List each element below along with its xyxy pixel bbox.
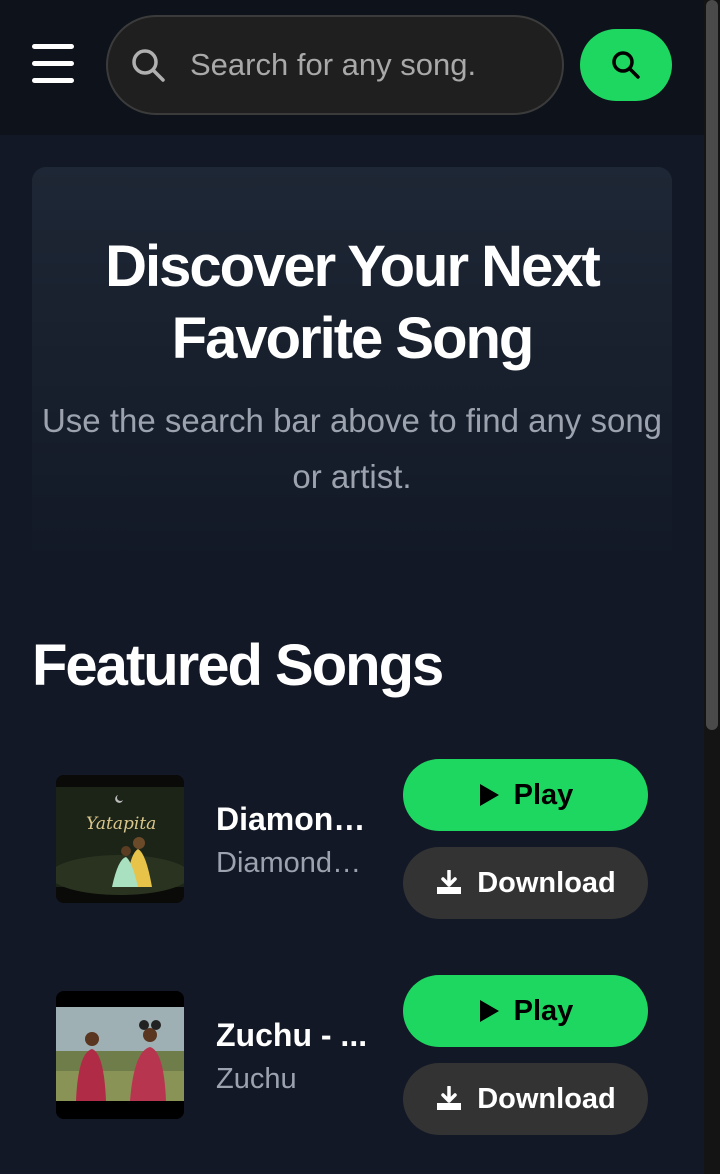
- hero-title: Discover Your Next Favorite Song: [105, 234, 601, 371]
- song-title: Diamond Platnumz - Yatapita: [216, 801, 371, 837]
- search-input[interactable]: [190, 39, 550, 91]
- featured-songs-title: Featured Songs: [32, 633, 444, 698]
- search-icon: [612, 51, 640, 79]
- play-button[interactable]: Play: [403, 975, 648, 1047]
- song-title: Zuchu - ...: [216, 1017, 368, 1053]
- play-icon: [479, 1000, 499, 1022]
- song-cover-image: Yatapita: [56, 775, 184, 903]
- search-box[interactable]: [106, 15, 564, 115]
- play-button-label: Play: [513, 778, 574, 811]
- scrollbar-thumb[interactable]: [706, 0, 718, 730]
- play-button-label: Play: [513, 994, 574, 1027]
- hero-section: Discover Your Next Favorite Song Use the…: [32, 167, 672, 567]
- song-item: Yatapita Diamond Platnumz - Yatapita Dia…: [56, 759, 656, 935]
- song-item: Zuchu - ... Zuchu Play Download: [56, 975, 656, 1151]
- download-button-label: Download: [477, 1082, 616, 1115]
- download-button[interactable]: Download: [403, 847, 648, 919]
- search-icon: [132, 49, 165, 82]
- top-bar: [0, 0, 704, 135]
- page-scrollbar[interactable]: [704, 0, 720, 1174]
- song-artist: Zuchu: [216, 1063, 297, 1095]
- hero-subtitle: Use the search bar above to find any son…: [41, 402, 663, 495]
- cover-title-text: Yatapita: [86, 814, 156, 834]
- hamburger-menu-icon[interactable]: [32, 44, 74, 84]
- download-button-label: Download: [477, 866, 616, 899]
- play-icon: [479, 784, 499, 806]
- play-button[interactable]: Play: [403, 759, 648, 831]
- song-artist: Diamond Platnumz: [216, 847, 366, 879]
- download-icon: [437, 870, 462, 894]
- search-button[interactable]: [580, 29, 672, 101]
- song-cover-image: [56, 991, 184, 1119]
- download-icon: [437, 1086, 462, 1110]
- download-button[interactable]: Download: [403, 1063, 648, 1135]
